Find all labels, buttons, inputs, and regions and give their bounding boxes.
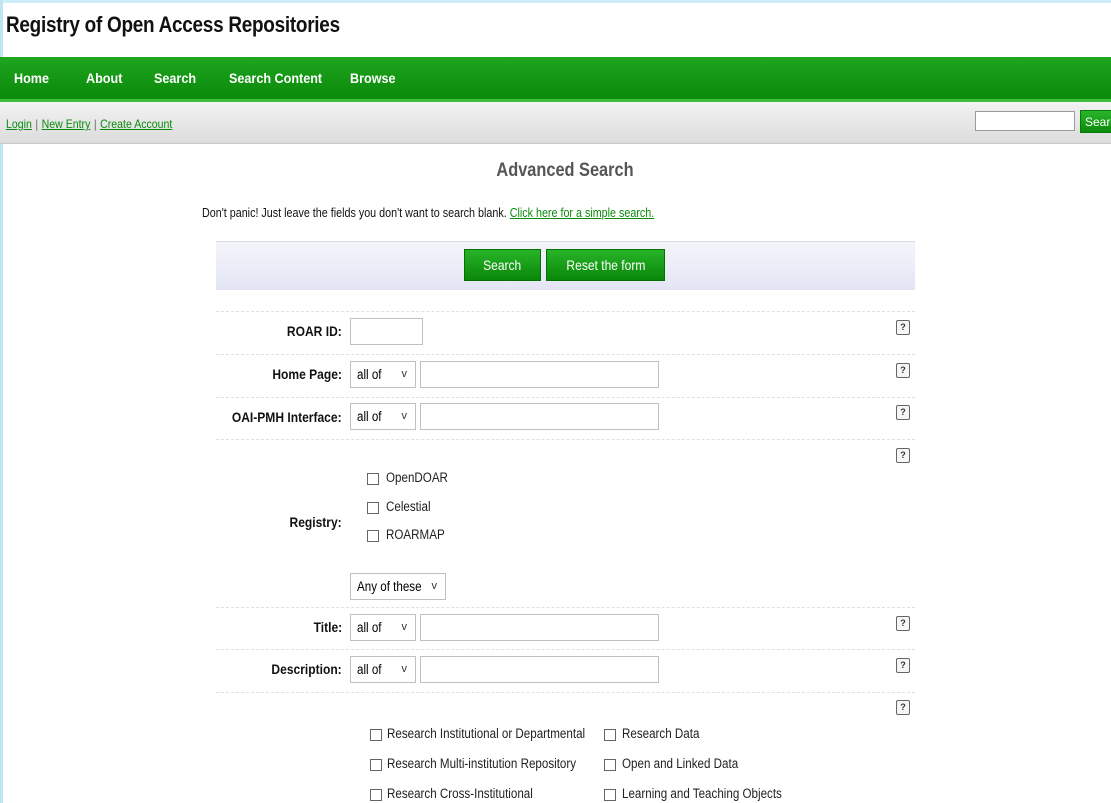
reset-form-button[interactable]: Reset the form <box>546 249 665 281</box>
row-divider <box>216 607 915 608</box>
search-button[interactable]: Search <box>464 249 541 281</box>
registry-checkbox-opendoar[interactable] <box>367 473 379 485</box>
type-checkbox-learning-teaching[interactable] <box>604 789 616 801</box>
type-checkbox-open-linked-data[interactable] <box>604 759 616 771</box>
description-input[interactable] <box>420 656 659 683</box>
help-icon[interactable]: ? <box>896 658 910 673</box>
search-button-label: Search <box>483 257 522 273</box>
nav-search[interactable]: Search <box>154 70 196 86</box>
main-nav: Home About Search Search Content Browse <box>0 57 1111 102</box>
type-checkbox-institutional[interactable] <box>370 729 382 741</box>
help-icon[interactable]: ? <box>896 405 910 420</box>
row-divider <box>216 397 915 398</box>
title-match-select[interactable]: all of v <box>350 614 416 641</box>
registry-checkbox-celestial[interactable] <box>367 502 379 514</box>
description-label: Description: <box>271 661 342 677</box>
type-checkbox-research-data[interactable] <box>604 729 616 741</box>
home-page-label: Home Page: <box>272 366 342 382</box>
title-input[interactable] <box>420 614 659 641</box>
chevron-down-icon: v <box>401 368 408 380</box>
account-bar: Login | New Entry | Create Account <box>0 102 1111 144</box>
type-checkbox-cross-institutional[interactable] <box>370 789 382 801</box>
chevron-down-icon: v <box>401 410 408 422</box>
oai-pmh-match-value: all of <box>357 409 382 424</box>
home-page-input[interactable] <box>420 361 659 388</box>
oai-pmh-match-select[interactable]: all of v <box>350 403 416 430</box>
intro-text: Don't panic! Just leave the fields you d… <box>202 206 654 220</box>
registry-option-label: Celestial <box>386 499 431 514</box>
registry-option-label: OpenDOAR <box>386 470 448 485</box>
registry-checkbox-roarmap[interactable] <box>367 530 379 542</box>
description-match-select[interactable]: all of v <box>350 656 416 683</box>
type-option-label: Research Institutional or Departmental <box>387 726 586 741</box>
type-option-label: Learning and Teaching Objects <box>622 786 782 801</box>
registry-label: Registry: <box>289 514 342 530</box>
nav-search-content[interactable]: Search Content <box>229 70 322 86</box>
help-icon[interactable]: ? <box>896 363 910 378</box>
type-option-label: Research Data <box>622 726 700 741</box>
chevron-down-icon: v <box>401 621 408 633</box>
title-label: Title: <box>313 619 342 635</box>
top-border <box>0 0 1111 3</box>
home-page-match-select[interactable]: all of v <box>350 361 416 388</box>
row-divider <box>216 311 915 312</box>
registry-match-select[interactable]: Any of these v <box>350 573 446 600</box>
row-divider <box>216 692 915 693</box>
nav-browse[interactable]: Browse <box>350 70 396 86</box>
type-option-label: Research Multi-institution Repository <box>387 756 577 771</box>
help-icon[interactable]: ? <box>896 320 910 335</box>
separator: | <box>35 117 39 131</box>
create-account-link[interactable]: Create Account <box>100 117 172 131</box>
roar-id-label: ROAR ID: <box>287 323 342 339</box>
description-match-value: all of <box>357 662 382 677</box>
top-search-button[interactable]: Search <box>1080 110 1111 133</box>
account-links: Login | New Entry | Create Account <box>6 115 172 133</box>
chevron-down-icon: v <box>431 580 438 592</box>
separator: | <box>93 117 97 131</box>
title-match-value: all of <box>357 620 382 635</box>
simple-search-link[interactable]: Click here for a simple search. <box>510 206 655 220</box>
type-option-label: Open and Linked Data <box>622 756 739 771</box>
registry-match-value: Any of these <box>357 579 422 594</box>
reset-button-label: Reset the form <box>566 257 645 273</box>
type-option-label: Research Cross-Institutional <box>387 786 533 801</box>
chevron-down-icon: v <box>401 663 408 675</box>
intro-message: Don't panic! Just leave the fields you d… <box>202 206 507 220</box>
row-divider <box>216 439 915 440</box>
help-icon[interactable]: ? <box>896 448 910 463</box>
site-title: Registry of Open Access Repositories <box>6 12 340 37</box>
oai-pmh-label: OAI-PMH Interface: <box>232 409 342 425</box>
oai-pmh-input[interactable] <box>420 403 659 430</box>
help-icon[interactable]: ? <box>896 700 910 715</box>
top-search-input[interactable] <box>975 111 1075 131</box>
page-title: Advanced Search <box>496 160 634 181</box>
row-divider <box>216 354 915 355</box>
type-checkbox-multi-institution[interactable] <box>370 759 382 771</box>
home-page-match-value: all of <box>357 367 382 382</box>
registry-option-label: ROARMAP <box>386 527 445 542</box>
login-link[interactable]: Login <box>6 117 32 131</box>
nav-home[interactable]: Home <box>14 70 49 86</box>
row-divider <box>216 649 915 650</box>
nav-about[interactable]: About <box>86 70 122 86</box>
help-icon[interactable]: ? <box>896 616 910 631</box>
new-entry-link[interactable]: New Entry <box>42 117 91 131</box>
roar-id-input[interactable] <box>350 318 423 345</box>
